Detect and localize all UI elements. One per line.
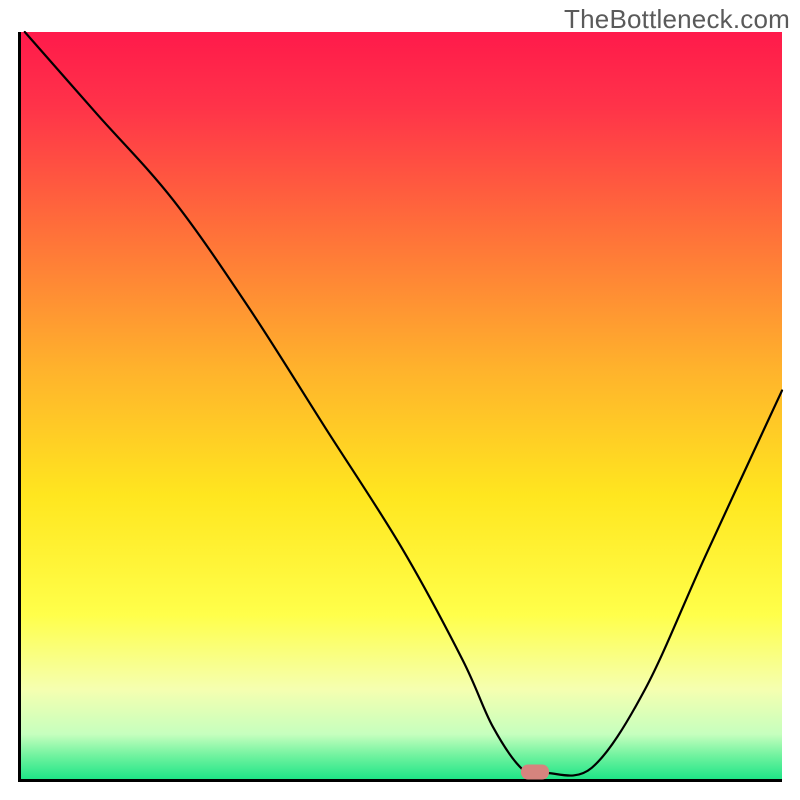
watermark-text: TheBottleneck.com [564,4,790,35]
plot-area [18,32,782,782]
chart-container: TheBottleneck.com [0,0,800,800]
optimal-point-marker [521,764,549,779]
curve-layer [21,32,782,779]
bottleneck-curve [25,32,782,776]
